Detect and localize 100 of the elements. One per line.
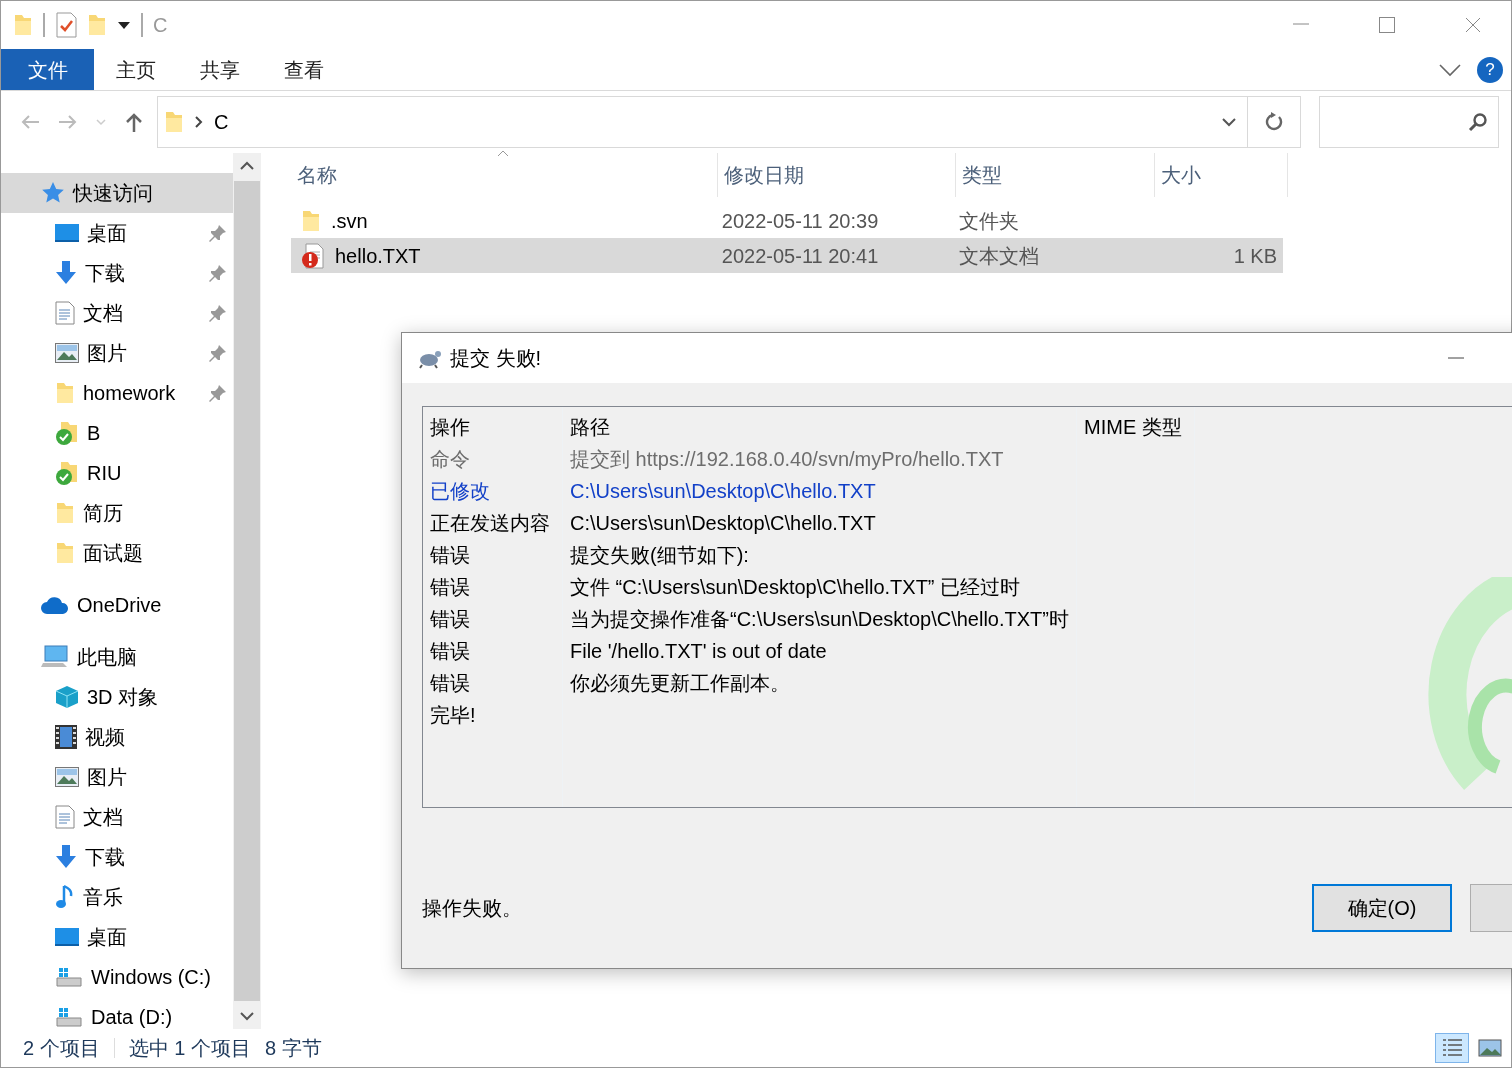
nav-item[interactable]: 快速访问 <box>1 173 233 213</box>
selection-size: 8 字节 <box>264 1036 323 1061</box>
scroll-down-icon[interactable] <box>240 1011 254 1021</box>
table-cell-text: 命令 <box>430 447 471 472</box>
nav-item[interactable]: 下载 <box>1 253 233 293</box>
drive-icon <box>55 1006 83 1028</box>
chevron-down-icon[interactable] <box>1221 116 1237 128</box>
table-cell-text: 错误 <box>430 639 471 664</box>
nav-item[interactable]: 3D 对象 <box>1 677 233 717</box>
pin-icon[interactable] <box>209 344 227 362</box>
nav-item[interactable]: 图片 <box>1 333 233 373</box>
breadcrumb[interactable]: C <box>214 107 229 137</box>
nav-item[interactable]: 文档 <box>1 797 233 837</box>
pin-icon[interactable] <box>209 384 227 402</box>
nav-label: 音乐 <box>83 885 123 910</box>
nav-item[interactable]: 文档 <box>1 293 233 333</box>
nav-item[interactable]: 图片 <box>1 757 233 797</box>
cube-icon <box>55 685 79 709</box>
nav-label: B <box>87 421 101 446</box>
document-icon <box>55 301 75 325</box>
table-cell-text: 当为提交操作准备“C:\Users\sun\Desktop\C\hello.TXT”时 <box>570 607 1069 632</box>
nav-item[interactable]: RIU <box>1 453 233 493</box>
column-header[interactable]: 路径 <box>570 411 1069 443</box>
table-cell-text: 提交到 https://192.168.0.40/svn/myPro/hello.TXT <box>570 447 1005 472</box>
drive-icon <box>55 966 83 988</box>
table-cell-text: 你必须先更新工作副本。 <box>570 671 791 696</box>
pin-icon[interactable] <box>209 264 227 282</box>
ribbon-tab[interactable]: 主页 <box>94 49 178 90</box>
table-cell-text: 提交失败(细节如下): <box>570 543 750 568</box>
nav-item[interactable]: 视频 <box>1 717 233 757</box>
nav-item[interactable]: homework <box>1 373 233 413</box>
nav-item[interactable]: 音乐 <box>1 877 233 917</box>
ribbon-tab[interactable]: 查看 <box>262 49 346 90</box>
nav-label: 下载 <box>85 845 125 870</box>
file-type: 文本文档 <box>957 243 1040 269</box>
pin-icon[interactable] <box>209 224 227 242</box>
search-field[interactable] <box>1319 96 1499 148</box>
nav-label: 文档 <box>83 805 123 830</box>
help-button[interactable]: ? <box>1477 56 1503 83</box>
nav-label: 下载 <box>85 261 125 286</box>
nav-item[interactable]: 桌面 <box>1 213 233 253</box>
maximize-icon[interactable] <box>1377 15 1397 35</box>
column-header[interactable]: 名称 <box>291 153 718 197</box>
nav-label: OneDrive <box>77 593 162 618</box>
file-row[interactable]: hello.TXT 2022-05-11 20:41 文本文档 1 KB <box>291 238 1283 273</box>
ribbon-tab[interactable]: 共享 <box>178 49 262 90</box>
dialog-button[interactable] <box>1470 884 1512 932</box>
search-icon <box>1468 112 1488 132</box>
column-header[interactable]: 类型 <box>956 153 1155 197</box>
table-cell-text: 正在发送内容 <box>430 511 551 536</box>
table-cell-text: C:\Users\sun\Desktop\C\hello.TXT <box>570 479 877 504</box>
nav-label: Windows (C:) <box>91 965 211 990</box>
column-header[interactable]: MIME 类型 <box>1084 411 1187 443</box>
window-title: C <box>153 13 168 38</box>
table-cell-text: 已修改 <box>430 479 491 504</box>
file-row[interactable]: .svn 2022-05-11 20:39 文件夹 <box>291 203 1283 238</box>
nav-item[interactable]: 面试题 <box>1 533 233 573</box>
file-size: 1 KB <box>1233 243 1277 269</box>
nav-item[interactable]: Data (D:) <box>1 997 233 1029</box>
download-arrow-icon <box>55 261 77 285</box>
picture-icon <box>55 343 79 363</box>
large-icons-view-icon <box>1478 1036 1502 1060</box>
table-cell-text: 错误 <box>430 543 471 568</box>
ribbon-tab[interactable]: 文件 <box>1 49 94 90</box>
conflict-file-icon <box>301 242 325 269</box>
nav-item[interactable]: 下载 <box>1 837 233 877</box>
nav-label: RIU <box>87 461 122 486</box>
nav-item[interactable]: 简历 <box>1 493 233 533</box>
pin-icon[interactable] <box>209 304 227 322</box>
nav-item[interactable]: OneDrive <box>1 585 233 625</box>
column-header[interactable]: 大小 <box>1155 153 1288 197</box>
scrollbar[interactable] <box>233 153 261 1029</box>
folder-check-icon <box>55 460 79 486</box>
desktop-icon <box>55 223 79 243</box>
checklist-icon[interactable] <box>55 12 77 38</box>
file-type: 文件夹 <box>957 208 1020 234</box>
nav-label: homework <box>83 381 176 406</box>
scroll-up-icon[interactable] <box>240 161 254 171</box>
nav-label: 快速访问 <box>73 181 153 206</box>
nav-label: 桌面 <box>87 925 127 950</box>
nav-label: 简历 <box>83 501 123 526</box>
details-view-button[interactable] <box>1435 1033 1469 1063</box>
folder-icon <box>164 110 184 134</box>
ok-button[interactable]: 确定(O) <box>1312 884 1452 932</box>
download-arrow-icon <box>55 845 77 869</box>
computer-icon <box>41 645 69 669</box>
nav-item[interactable]: 此电脑 <box>1 637 233 677</box>
picture-icon <box>55 767 79 787</box>
column-header[interactable]: 修改日期 <box>718 153 956 197</box>
chevron-down-icon[interactable] <box>1439 62 1461 77</box>
nav-item[interactable]: 桌面 <box>1 917 233 957</box>
column-header[interactable]: 操作 <box>430 411 555 443</box>
table-cell-text: File '/hello.TXT' is out of date <box>570 639 828 664</box>
address-field[interactable]: C <box>157 96 1301 148</box>
dropdown-arrow-icon[interactable] <box>117 20 131 30</box>
nav-label: 视频 <box>85 725 125 750</box>
nav-item[interactable]: B <box>1 413 233 453</box>
nav-item[interactable]: Windows (C:) <box>1 957 233 997</box>
close-icon[interactable] <box>1463 15 1483 35</box>
cloud-icon <box>41 595 69 615</box>
